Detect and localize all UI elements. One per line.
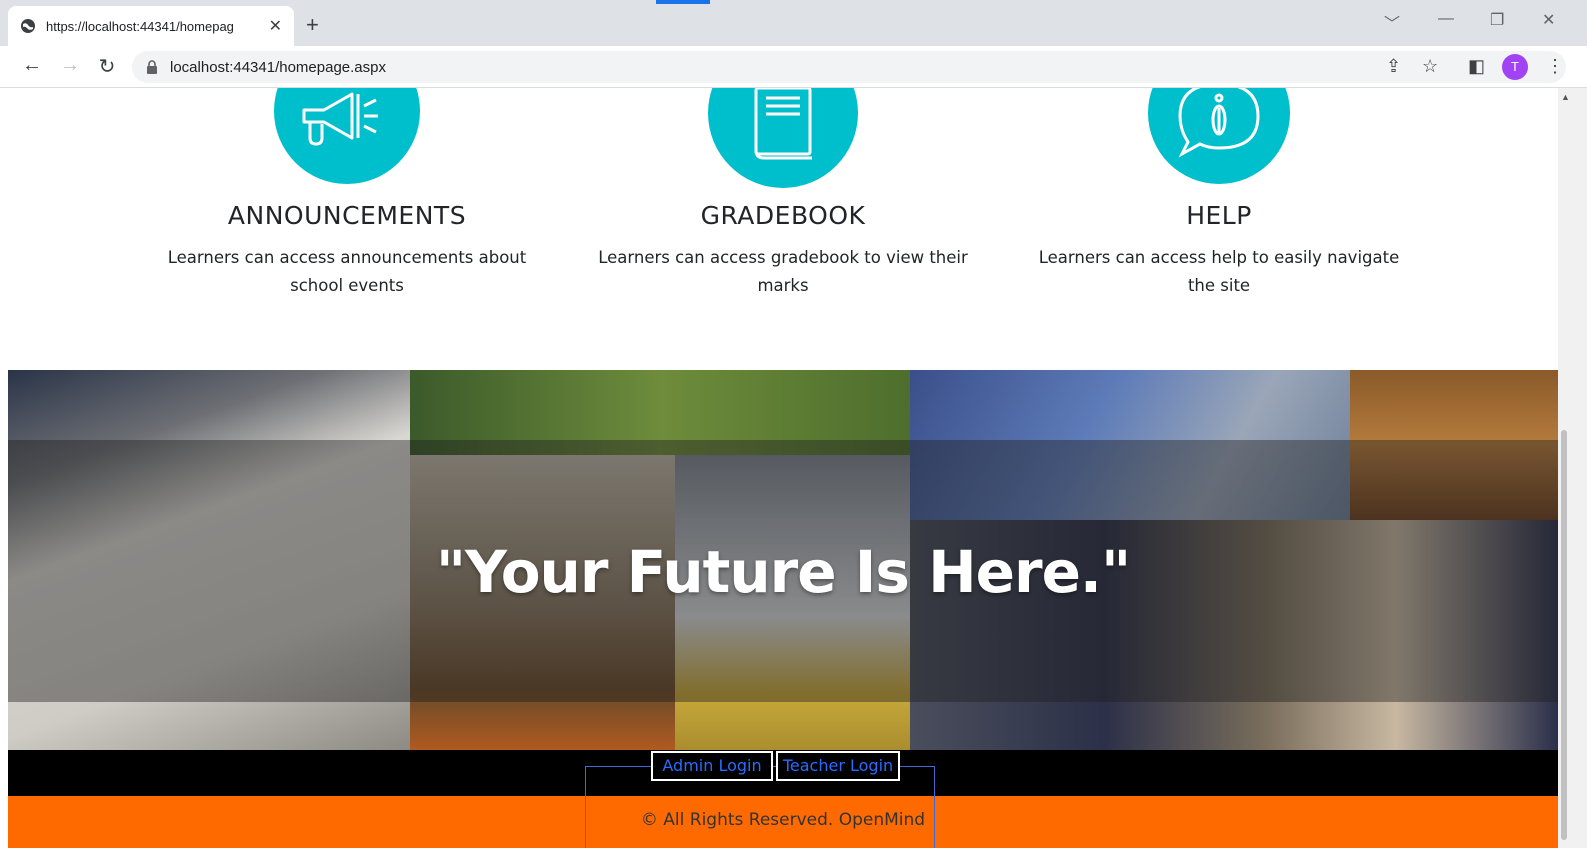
tab-title: https://localhost:44341/homepag <box>46 18 234 34</box>
bookmark-star-icon[interactable]: ☆ <box>1422 56 1438 77</box>
lock-icon <box>147 60 157 74</box>
globe-icon <box>21 19 35 33</box>
side-panel-icon[interactable]: ◧ <box>1468 56 1485 77</box>
feature-title: ANNOUNCEMENTS <box>227 201 467 230</box>
hero-banner: "Your Future Is Here." <box>8 370 1558 750</box>
new-tab-button[interactable]: + <box>306 12 319 38</box>
browser-toolbar: ← → ↻ localhost:44341/homepage.aspx ⇪ ☆ … <box>0 46 1587 88</box>
reload-button[interactable]: ↻ <box>95 54 119 79</box>
minimize-button[interactable]: — <box>1438 10 1454 28</box>
gradebook-circle <box>708 88 858 188</box>
feature-description: Learners can access announcements about … <box>167 248 527 295</box>
tab-drop-indicator <box>656 0 710 4</box>
megaphone-icon <box>302 92 378 146</box>
url-text: localhost:44341/homepage.aspx <box>170 58 386 76</box>
book-icon <box>754 88 812 160</box>
help-circle <box>1148 88 1290 184</box>
feature-title: GRADEBOOK <box>700 201 866 230</box>
info-bubble-icon <box>1178 88 1260 158</box>
back-button[interactable]: ← <box>20 54 44 77</box>
copyright-text: © All Rights Reserved. OpenMind <box>640 810 926 830</box>
menu-icon[interactable]: ⋮ <box>1546 56 1564 77</box>
share-icon[interactable]: ⇪ <box>1386 56 1401 77</box>
scroll-up-icon[interactable]: ▲ <box>1561 92 1570 102</box>
tab-search-icon[interactable]: ﹀ <box>1384 10 1400 34</box>
close-window-button[interactable]: ✕ <box>1542 10 1555 30</box>
close-tab-icon[interactable]: ✕ <box>269 16 282 36</box>
admin-login-link[interactable]: Admin Login <box>651 751 773 781</box>
address-bar[interactable]: localhost:44341/homepage.aspx <box>132 51 1566 83</box>
teacher-login-link[interactable]: Teacher Login <box>776 751 900 781</box>
feature-description: Learners can access help to easily navig… <box>1038 248 1400 295</box>
profile-avatar[interactable]: T <box>1502 54 1528 80</box>
announcements-circle <box>274 88 420 184</box>
browser-tab-bar: https://localhost:44341/homepag ✕ + ﹀ — … <box>0 0 1587 46</box>
feature-description: Learners can access gradebook to view th… <box>598 248 968 295</box>
forward-button[interactable]: → <box>58 54 82 77</box>
page-viewport: ANNOUNCEMENTS Learners can access announ… <box>0 88 1558 848</box>
restore-button[interactable]: ❐ <box>1490 10 1504 30</box>
scrollbar-thumb[interactable] <box>1561 430 1567 840</box>
feature-title: HELP <box>1186 201 1252 230</box>
banner-headline: "Your Future Is Here." <box>435 538 1131 606</box>
browser-tab[interactable]: https://localhost:44341/homepag ✕ <box>8 6 294 46</box>
